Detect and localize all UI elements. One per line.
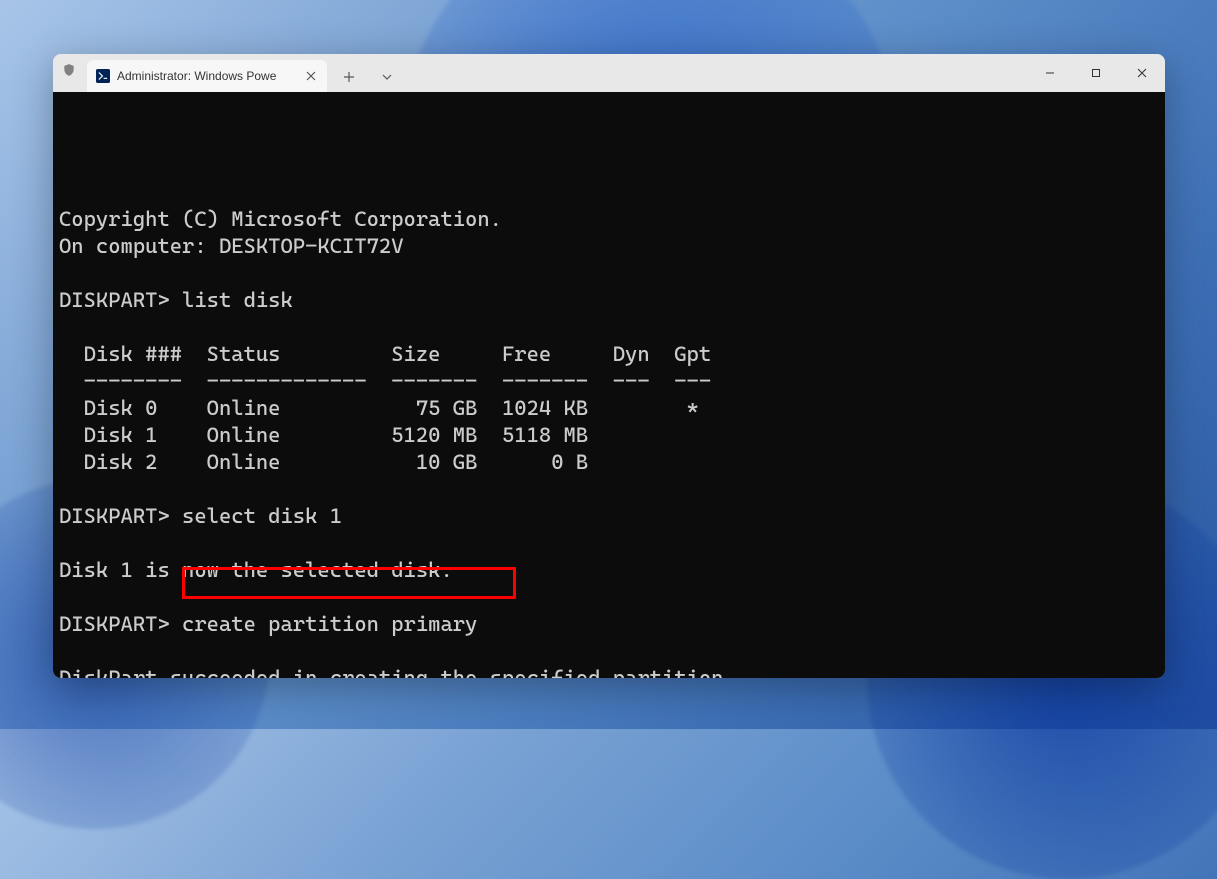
terminal-line [59, 179, 1159, 206]
terminal-line: Disk ### Status Size Free Dyn Gpt [59, 341, 1159, 368]
terminal-line: DISKPART> create partition primary [59, 611, 1159, 638]
terminal-line [59, 314, 1159, 341]
minimize-button[interactable] [1027, 54, 1073, 92]
window-controls [1027, 54, 1165, 92]
admin-shield-icon [53, 54, 85, 92]
title-bar[interactable]: Administrator: Windows Powe [53, 54, 1165, 92]
tab-title: Administrator: Windows Powe [117, 69, 297, 83]
powershell-icon [95, 68, 111, 84]
tab-powershell[interactable]: Administrator: Windows Powe [87, 60, 327, 92]
terminal-line [59, 638, 1159, 665]
terminal-line: DiskPart succeeded in creating the speci… [59, 665, 1159, 678]
terminal-line [59, 260, 1159, 287]
close-window-button[interactable] [1119, 54, 1165, 92]
close-tab-icon[interactable] [303, 68, 319, 84]
terminal-line [59, 584, 1159, 611]
tab-dropdown-icon[interactable] [371, 62, 403, 92]
terminal-output[interactable]: Copyright (C) Microsoft Corporation.On c… [53, 92, 1165, 678]
terminal-line: Disk 1 is now the selected disk. [59, 557, 1159, 584]
terminal-line [59, 530, 1159, 557]
terminal-line: DISKPART> select disk 1 [59, 503, 1159, 530]
terminal-line: -------- ------------- ------- ------- -… [59, 368, 1159, 395]
terminal-window: Administrator: Windows Powe Copyright (C… [53, 54, 1165, 678]
terminal-line [59, 476, 1159, 503]
new-tab-button[interactable] [333, 62, 365, 92]
terminal-line: Disk 1 Online 5120 MB 5118 MB [59, 422, 1159, 449]
terminal-line: Disk 2 Online 10 GB 0 B [59, 449, 1159, 476]
terminal-line: On computer: DESKTOP-KCIT72V [59, 233, 1159, 260]
maximize-button[interactable] [1073, 54, 1119, 92]
terminal-line: Disk 0 Online 75 GB 1024 KB * [59, 395, 1159, 422]
terminal-line: DISKPART> list disk [59, 287, 1159, 314]
terminal-line: Copyright (C) Microsoft Corporation. [59, 206, 1159, 233]
